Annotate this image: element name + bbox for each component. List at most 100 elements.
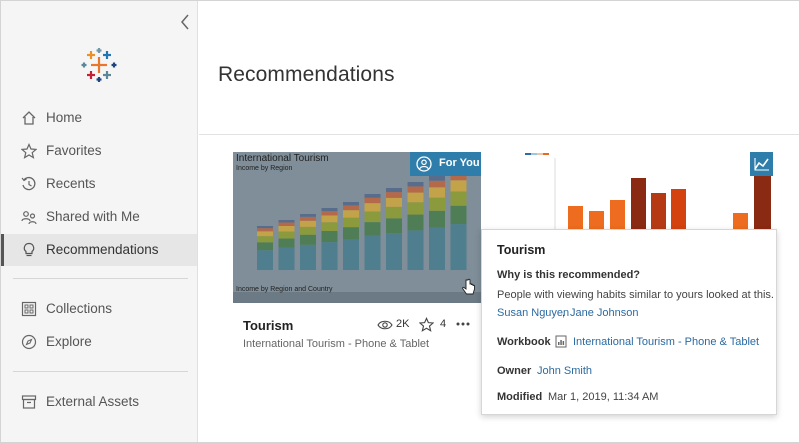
popover-description: People with viewing habits similar to yo… [497,289,774,301]
chart-type-badge[interactable] [750,152,773,176]
thumbnail-chart-image-2 [523,152,773,230]
card-thumbnail-2[interactable] [523,152,773,230]
compass-icon [21,334,37,350]
card-title[interactable]: Tourism [243,318,293,333]
thumbnail-bar-segment [386,197,402,207]
sidebar-item-external-assets[interactable]: External Assets [1,386,197,418]
thumbnail-bar-segment [321,211,338,216]
thumbnail-bar-segment [450,224,467,270]
thumbnail-bar-segment [343,217,359,228]
thumbnail-bar-segment [257,242,273,251]
sidebar-divider [13,371,188,372]
recommendation-popover: Tourism Why is this recommended? People … [481,229,777,415]
thumbnail-title: International Tourism [236,153,329,164]
thumbnail-bar-segment [343,227,359,240]
thumbnail-bar-segment [450,205,467,225]
thumbnail-bar-segment [321,222,338,231]
thumbnail-bar-segment [429,180,445,188]
thumbnail-bar-segment [386,192,402,198]
user-link-1[interactable]: Susan Nguyen [497,307,569,319]
thumbnail-bar-segment [257,236,273,243]
thumbnail-bar-segment [407,230,424,270]
thumbnail-bar-segment [300,220,316,227]
sidebar-item-label: Recommendations [46,242,159,257]
thumbnail-bar-segment [278,247,295,270]
star-icon [21,143,37,159]
sidebar-item-recommendations[interactable]: Recommendations [1,234,197,266]
history-icon [21,176,36,191]
eye-icon [377,320,393,330]
modified-value: Mar 1, 2019, 11:34 AM [548,391,659,403]
workbook-link[interactable]: International Tourism - Phone & Tablet [573,336,759,348]
sidebar-item-label: Home [46,110,83,125]
sidebar-item-home[interactable]: Home [1,102,197,134]
thumbnail-bar-segment [343,205,359,211]
thumbnail-bar-segment [278,222,295,226]
sidebar-item-collections[interactable]: Collections [1,293,197,325]
for-you-label: For You [439,157,480,169]
workbook-icon [555,335,567,348]
sidebar-item-label: Shared with Me [46,209,140,224]
thumbnail-bar-segment [300,234,316,245]
thumbnail-bar-segment [364,222,381,236]
sidebar-item-favorites[interactable]: Favorites [1,135,197,167]
thumbnail-bar-segment [300,226,316,235]
line-chart-icon [754,158,769,171]
thumbnail-bar-segment [386,206,402,219]
favorite-count-value: 4 [440,318,447,330]
sidebar-item-shared-with-me[interactable]: Shared with Me [1,201,197,233]
favorite-star-icon[interactable] [419,317,434,332]
workbook-label: Workbook [497,336,551,348]
thumbnail-bar-segment [257,231,273,237]
more-actions-icon[interactable] [455,318,471,330]
sidebar-item-label: Collections [46,301,113,316]
thumbnail-bar-segment [343,202,359,206]
page-title: Recommendations [218,63,395,86]
thumbnail-bar-segment [429,176,445,181]
sidebar-item-label: Explore [46,334,92,349]
sidebar: Home Favorites Recents Shared with Me Re… [1,1,198,442]
thumbnail-bar-segment [364,197,381,204]
thumbnail-bar-segment [407,214,424,231]
popover-title: Tourism [497,243,546,257]
thumbnail-bar-segment [343,210,359,218]
home-icon [22,111,36,125]
thumbnail-bar-segment [364,235,381,270]
for-you-badge[interactable]: For You [410,152,481,176]
owner-link[interactable]: John Smith [537,365,592,377]
thumbnail-subtitle: Income by Region [236,165,293,172]
sidebar-item-recents[interactable]: Recents [1,168,197,200]
sidebar-item-label: Recents [46,176,96,191]
thumbnail-bar-segment [300,244,316,270]
thumbnail-bar-segment [257,228,273,232]
user-link-2[interactable]: Jane Johnson [570,307,639,319]
thumbnail-bar-segment [407,202,424,215]
thumbnail-bar-segment [407,192,424,203]
thumbnail-bar-segment [321,215,338,223]
thumbnail-bar-segment [300,214,316,217]
thumbnail-bar-segment [450,191,467,206]
thumbnail-bar-segment [343,239,359,270]
thumbnail-bar-segment [407,186,424,193]
modified-label: Modified [497,391,543,403]
thumbnail-bar-segment [429,227,445,270]
thumbnail-bar-segment [321,242,338,270]
sidebar-item-explore[interactable]: Explore [1,326,197,358]
header-divider [199,134,799,135]
thumbnail-bar-segment [450,180,467,192]
thumbnail-bar-segment [278,226,295,232]
thumbnail-bar-segment [257,226,273,229]
thumbnail-bar-segment [429,210,445,228]
owner-label: Owner [497,365,532,377]
sidebar-item-label: External Assets [46,394,140,409]
view-count-value: 2K [396,318,410,330]
lightbulb-icon [23,242,35,257]
archive-icon [21,395,37,409]
thumbnail-bar-segment [278,220,295,223]
collapse-sidebar-icon[interactable] [178,12,192,32]
thumbnail-bar-segment [386,218,402,234]
thumbnail-bar-segment [429,187,445,198]
shared-icon [21,211,37,225]
tableau-logo-icon [81,48,117,82]
thumbnail-bar-segment [278,238,295,248]
